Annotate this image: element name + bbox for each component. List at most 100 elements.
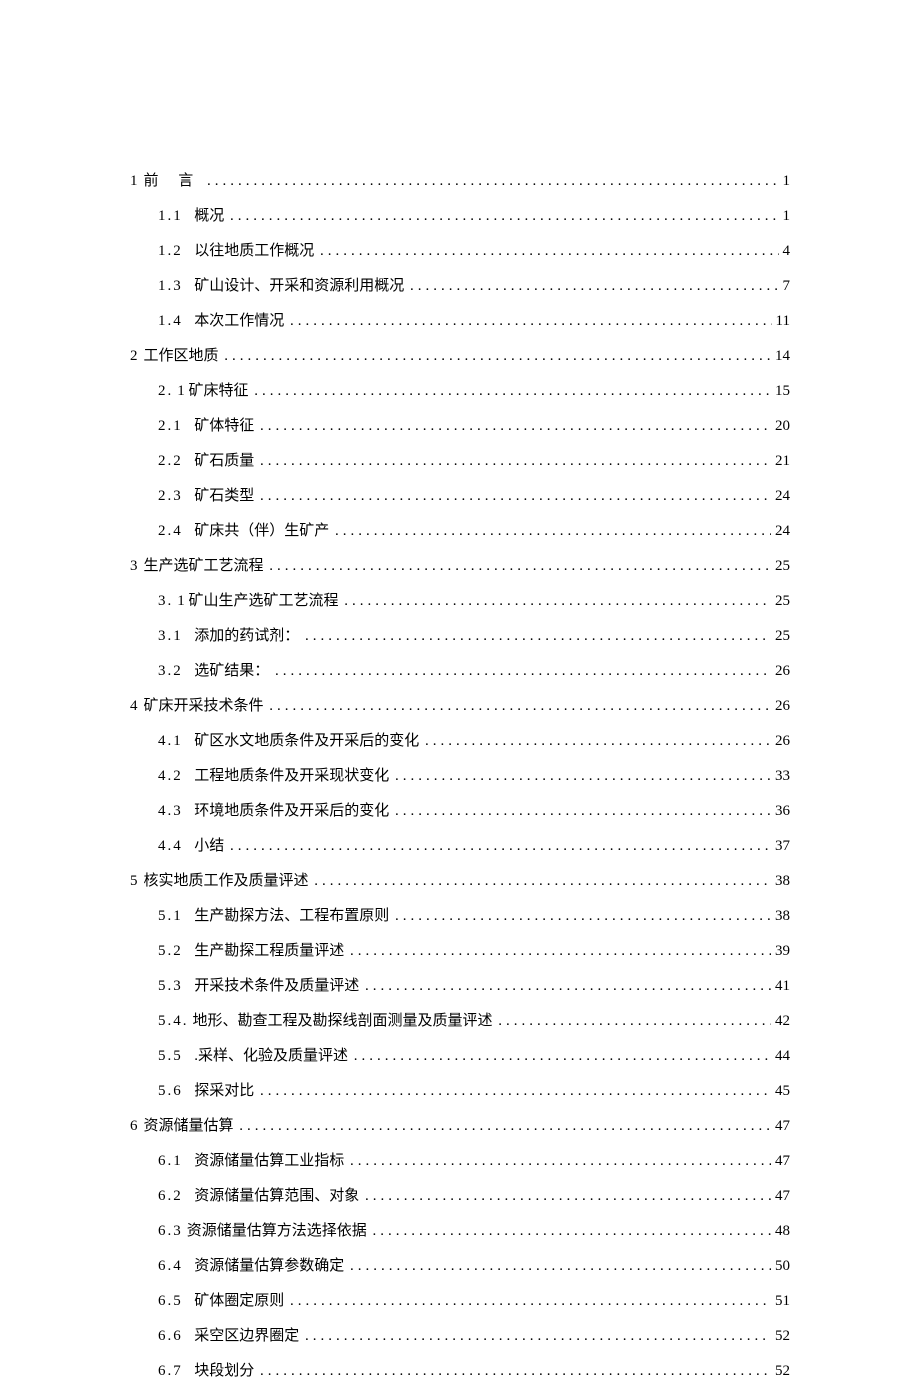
- toc-spacer: [187, 765, 195, 788]
- toc-entry: 6.5 矿体圈定原则 51: [158, 1290, 790, 1313]
- toc-entry: 6.6 采空区边界圈定 52: [158, 1325, 790, 1348]
- toc-spacer: [299, 625, 303, 648]
- toc-entry: 2.1 矿床特征 15: [158, 380, 790, 403]
- toc-spacer: [187, 1185, 195, 1208]
- toc-leader-dots: [425, 730, 771, 753]
- toc-leader-dots: [239, 1115, 771, 1138]
- toc-entry-label: 工作区地质: [144, 345, 219, 368]
- toc-entry-label: 矿区水文地质条件及开采后的变化: [194, 730, 419, 753]
- toc-entry-number: 5.1: [158, 905, 183, 928]
- toc-spacer: [344, 940, 348, 963]
- toc-entry-page: 52: [775, 1325, 790, 1348]
- toc-entry: 4.1 矿区水文地质条件及开采后的变化 26: [158, 730, 790, 753]
- toc-entry-number: 4.1: [158, 730, 183, 753]
- toc-leader-dots: [260, 1080, 771, 1103]
- toc-leader-dots: [350, 1255, 771, 1278]
- toc-entry-number: 4.4: [158, 835, 183, 858]
- toc-entry-label: 环境地质条件及开采后的变化: [194, 800, 389, 823]
- toc-leader-dots: [314, 870, 771, 893]
- toc-entry: 6.2 资源储量估算范围、对象 47: [158, 1185, 790, 1208]
- toc-spacer: [344, 1150, 348, 1173]
- toc-spacer: [187, 450, 195, 473]
- toc-entry-number: 6.7: [158, 1360, 183, 1383]
- toc-spacer: [329, 520, 333, 543]
- toc-entry-label: 矿石类型: [194, 485, 254, 508]
- toc-entry-label: 矿床共（伴）生矿产: [194, 520, 329, 543]
- toc-entry-page: 50: [775, 1255, 790, 1278]
- toc-entry-page: 51: [775, 1290, 790, 1313]
- toc-entry-label: 生产选矿工艺流程: [144, 555, 264, 578]
- toc-entry: 2.3 矿石类型 24: [158, 485, 790, 508]
- toc-spacer: [224, 835, 228, 858]
- toc-entry-label: 地形、勘查工程及勘探线剖面测量及质量评述: [193, 1010, 493, 1033]
- toc-entry: 1前 言 1: [130, 170, 790, 193]
- toc-entry-page: 36: [775, 800, 790, 823]
- toc-spacer: [359, 1185, 363, 1208]
- toc-entry-page: 24: [775, 520, 790, 543]
- toc-entry: 3生产选矿工艺流程 25: [130, 555, 790, 578]
- toc-spacer: [359, 975, 363, 998]
- toc-entry-page: 21: [775, 450, 790, 473]
- toc-entry-number: 5.2: [158, 940, 183, 963]
- toc-entry-number: 3: [130, 555, 140, 578]
- toc-entry-label: 以往地质工作概况: [194, 240, 314, 263]
- toc-entry-page: 33: [775, 765, 790, 788]
- toc-entry-number: 3.2: [158, 660, 183, 683]
- toc-leader-dots: [350, 940, 771, 963]
- toc-entry-label: 1 矿山生产选矿工艺流程: [177, 590, 338, 613]
- toc-entry: 5.1 生产勘探方法、工程布置原则 38: [158, 905, 790, 928]
- toc-spacer: [219, 345, 223, 368]
- toc-leader-dots: [335, 520, 771, 543]
- toc-leader-dots: [260, 415, 771, 438]
- toc-leader-dots: [260, 450, 771, 473]
- toc-spacer: [187, 1290, 195, 1313]
- toc-entry-number: 6.2: [158, 1185, 183, 1208]
- toc-spacer: [339, 590, 343, 613]
- toc-entry-page: 25: [775, 590, 790, 613]
- toc-entry: 5.5 .采样、化验及质量评述 44: [158, 1045, 790, 1068]
- toc-spacer: [344, 1255, 348, 1278]
- toc-spacer: [249, 380, 253, 403]
- toc-spacer: [187, 660, 195, 683]
- toc-entry-page: 44: [775, 1045, 790, 1068]
- toc-spacer: [187, 800, 195, 823]
- toc-leader-dots: [305, 1325, 771, 1348]
- toc-entry-number: 1.1: [158, 205, 183, 228]
- toc-entry-number: 1: [130, 170, 140, 193]
- toc-entry-number: 5.4.: [158, 1010, 189, 1033]
- toc-spacer: [254, 450, 258, 473]
- toc-entry-label: 块段划分: [194, 1360, 254, 1383]
- toc-entry: 4矿床开采技术条件 26: [130, 695, 790, 718]
- toc-spacer: [187, 240, 195, 263]
- toc-entry: 2.1 矿体特征 20: [158, 415, 790, 438]
- toc-entry-page: 42: [775, 1010, 790, 1033]
- toc-leader-dots: [373, 1220, 771, 1243]
- toc-spacer: [187, 1360, 195, 1383]
- toc-spacer: [264, 555, 268, 578]
- toc-spacer: [389, 905, 393, 928]
- toc-entry-number: 2: [130, 345, 140, 368]
- toc-leader-dots: [365, 975, 771, 998]
- toc-entry-label: 概况: [194, 205, 224, 228]
- toc-leader-dots: [269, 695, 771, 718]
- toc-entry-label: 矿体圈定原则: [194, 1290, 284, 1313]
- toc-entry: 1.4 本次工作情况 11: [158, 310, 790, 333]
- toc-entry: 5.3 开采技术条件及质量评述 41: [158, 975, 790, 998]
- toc-spacer: [419, 730, 423, 753]
- toc-entry-page: 38: [775, 905, 790, 928]
- toc-spacer: [224, 205, 228, 228]
- toc-entry-label: 生产勘探方法、工程布置原则: [194, 905, 389, 928]
- toc-leader-dots: [230, 205, 778, 228]
- toc-leader-dots: [260, 485, 771, 508]
- toc-leader-dots: [269, 555, 771, 578]
- toc-spacer: [348, 1045, 352, 1068]
- toc-spacer: [314, 240, 318, 263]
- toc-entry-label: 矿体特征: [194, 415, 254, 438]
- toc-entry-label: 1 矿床特征: [177, 380, 248, 403]
- toc-spacer: [187, 975, 195, 998]
- toc-entry: 2.4 矿床共（伴）生矿产 24: [158, 520, 790, 543]
- toc-leader-dots: [395, 905, 771, 928]
- toc-entry-label: 本次工作情况: [194, 310, 284, 333]
- toc-entry-page: 38: [775, 870, 790, 893]
- toc-entry: 1.1 概况 1: [158, 205, 790, 228]
